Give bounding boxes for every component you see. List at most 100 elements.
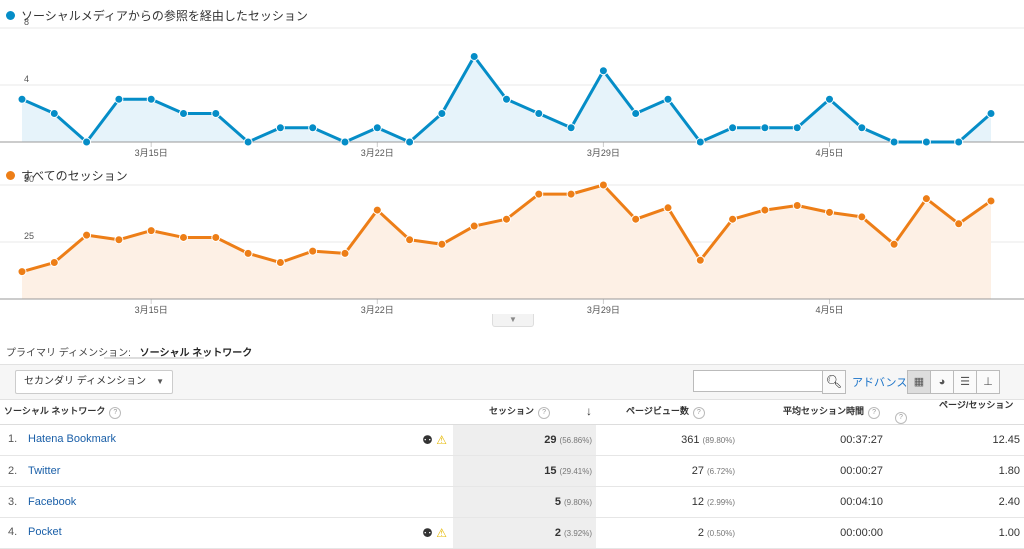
pie-view-icon[interactable]: ◕ [930, 370, 954, 394]
header-sessions[interactable]: セッション? ↓ [453, 398, 596, 425]
data-point [760, 205, 770, 215]
data-point [695, 255, 705, 265]
row-icons: ⚉ ⚠ [422, 526, 447, 540]
cell-pageviews: 361 (89.80%) [596, 424, 739, 456]
legend-label: すべてのセッション [21, 169, 128, 183]
y-tick-label: 4 [24, 74, 29, 84]
data-point [825, 207, 834, 217]
network-graph-icon[interactable]: ⚉ [422, 526, 433, 540]
search-icon[interactable]: 🔍︎ [822, 370, 846, 394]
data-point [921, 194, 931, 204]
data-point [986, 196, 996, 206]
cell-avg-time: 00:37:27 [739, 424, 887, 456]
header-network[interactable]: ソーシャル ネットワーク? [0, 398, 453, 425]
data-point [211, 232, 221, 242]
warning-icon[interactable]: ⚠ [436, 433, 447, 447]
cell-network: 3. Facebook [0, 486, 453, 518]
chart-all-sessions: すべてのセッション 50 25 3月15日 3月22日 3月29日 4月5日 [0, 165, 1024, 315]
help-icon: ? [538, 406, 551, 419]
network-link[interactable]: Hatena Bookmark [28, 433, 116, 445]
data-point [598, 66, 608, 76]
advanced-filter-link[interactable]: アドバンス [852, 374, 907, 390]
x-tick-label: 3月29日 [587, 148, 620, 158]
cell-pages-per-session: 2.40 [887, 486, 1024, 518]
data-point [437, 109, 447, 118]
network-graph-icon[interactable]: ⚉ [422, 433, 433, 447]
data-point [405, 137, 415, 147]
table-row: 3. Facebook 5 (9.80%) 12 (2.99%) 00:04:10 2.40 [0, 486, 1024, 518]
warning-icon[interactable]: ⚠ [436, 526, 447, 540]
data-point [469, 52, 479, 61]
data-point [921, 137, 931, 147]
chart-svg: 843月15日 3月22日 3月29日 4月5日 [0, 17, 1024, 158]
chart-collapse-handle[interactable]: ▼ [492, 314, 534, 327]
network-link[interactable]: Facebook [28, 496, 76, 508]
data-point [534, 109, 544, 118]
help-icon: ? [109, 406, 122, 419]
data-point [566, 123, 576, 133]
x-tick-label: 3月22日 [361, 305, 394, 315]
help-icon: ? [868, 406, 881, 419]
table-row: 2. Twitter 15 (29.41%) 27 (6.72%) 00:00:27 1.80 [0, 455, 1024, 487]
data-point [437, 239, 447, 249]
data-point [598, 180, 608, 190]
x-tick-label: 4月5日 [815, 305, 843, 315]
legend-all-sessions: すべてのセッション [6, 167, 128, 184]
data-point [340, 137, 350, 147]
x-tick-label: 3月15日 [135, 148, 168, 158]
data-point [954, 137, 964, 147]
data-point [469, 221, 479, 231]
table-search-input[interactable] [693, 370, 831, 392]
header-pageviews[interactable]: ページビュー数? [596, 398, 739, 425]
data-point [825, 94, 834, 104]
data-point [566, 189, 576, 199]
bar-view-icon[interactable]: ☰ [953, 370, 977, 394]
table-view-icon[interactable]: ▦ [907, 370, 931, 394]
network-link[interactable]: Twitter [28, 465, 60, 477]
legend-dot [6, 171, 15, 180]
secondary-dimension-dropdown[interactable]: セカンダリ ディメンション ▼ [15, 370, 174, 394]
table-row: 1. Hatena Bookmark ⚉ ⚠ 29 (56.86%) 361 (89.80%… [0, 424, 1024, 456]
data-point [82, 230, 92, 240]
data-point [211, 109, 221, 118]
data-point [405, 235, 415, 245]
network-link[interactable]: Pocket [28, 526, 62, 538]
cell-pageviews: 27 (6.72%) [596, 455, 739, 487]
sort-down-icon: ↓ [586, 403, 592, 418]
y-tick-label: 25 [24, 231, 34, 241]
social-network-table: ソーシャル ネットワーク? セッション? ↓ ページビュー数? 平均セッション時間… [0, 398, 1024, 549]
cell-pages-per-session: 12.45 [887, 424, 1024, 456]
data-point [308, 123, 318, 133]
data-point [114, 235, 124, 245]
view-switcher: ▦ ◕ ☰ ⊥ [907, 370, 1000, 394]
cell-network: 1. Hatena Bookmark ⚉ ⚠ [0, 424, 453, 456]
chart-svg: 50253月15日 3月22日 3月29日 4月5日 [0, 174, 1024, 315]
data-point [372, 205, 382, 215]
data-point [179, 109, 188, 118]
comparison-view-icon[interactable]: ⊥ [976, 370, 1000, 394]
data-point [372, 123, 382, 133]
legend-label: ソーシャルメディアからの参照を経由したセッション [21, 9, 308, 23]
x-tick-label: 4月5日 [815, 148, 843, 158]
cell-avg-time: 00:04:10 [739, 486, 887, 518]
header-avg-time[interactable]: 平均セッション時間? [739, 398, 887, 425]
data-point [114, 94, 124, 104]
cell-avg-time: 00:00:27 [739, 455, 887, 487]
legend-social-sessions: ソーシャルメディアからの参照を経由したセッション [6, 7, 308, 24]
data-point [82, 137, 92, 147]
data-point [308, 246, 318, 256]
help-icon: ? [895, 412, 907, 424]
data-point [243, 137, 253, 147]
data-point [502, 94, 511, 104]
cell-pageviews: 12 (2.99%) [596, 486, 739, 518]
help-icon: ? [692, 406, 705, 419]
chevron-down-icon: ▼ [156, 377, 165, 386]
data-point [631, 214, 641, 224]
data-point [631, 109, 641, 118]
cell-sessions: 29 (56.86%) [453, 424, 596, 456]
data-point [728, 214, 738, 224]
table-toolbar: セカンダリ ディメンション ▼ 🔍︎ アドバンス ▦ ◕ ☰ ⊥ [0, 364, 1024, 400]
data-point [17, 267, 27, 277]
header-pages-per-session[interactable]: ページ/セッション? [887, 398, 1024, 425]
data-point [889, 137, 899, 147]
